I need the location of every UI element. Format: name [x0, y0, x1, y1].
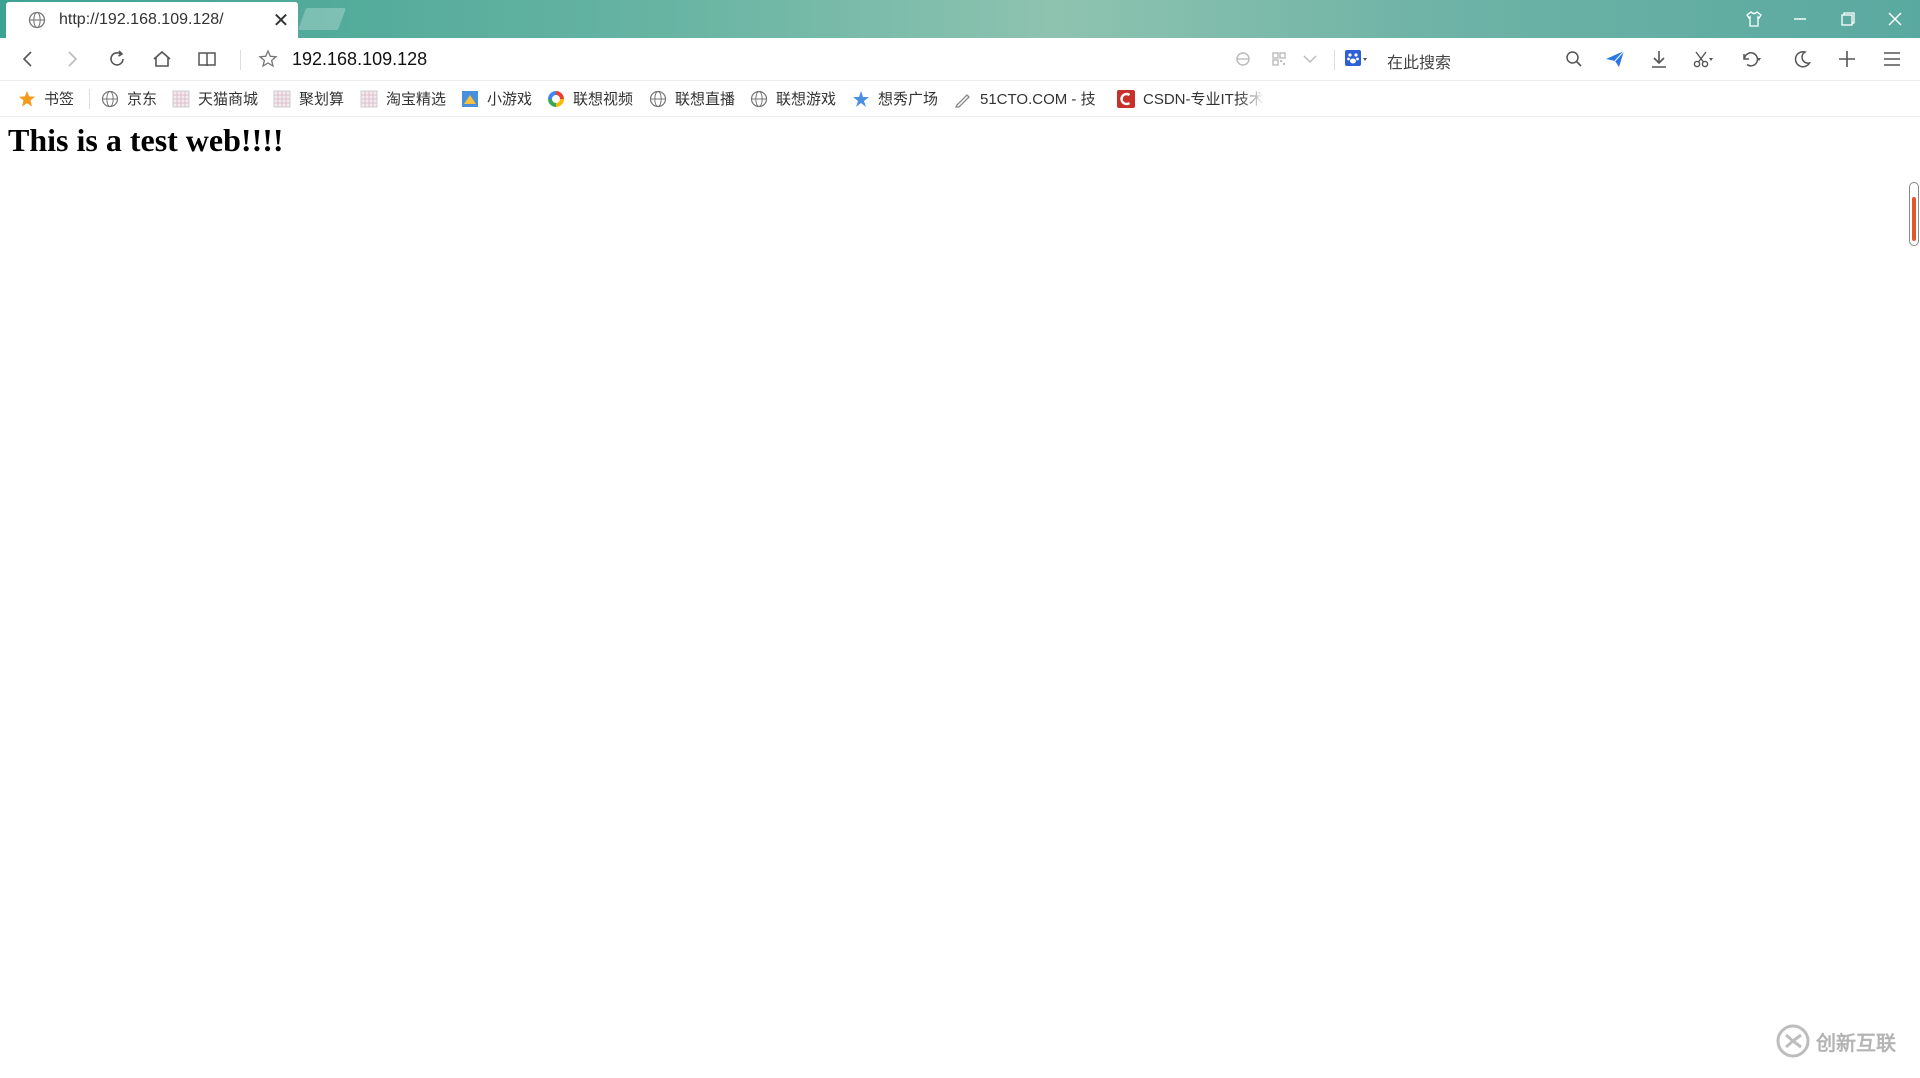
download-button[interactable]	[1645, 46, 1673, 72]
minimize-button[interactable]	[1776, 0, 1824, 38]
home-icon	[153, 50, 171, 67]
bookmark-label: 聚划算	[299, 91, 345, 108]
new-tab-button[interactable]	[297, 8, 347, 30]
navigation-toolbar: 192.168.109.128 在此搜索	[0, 38, 1920, 81]
pixel-favicon-icon	[273, 90, 291, 107]
favorite-star-button[interactable]	[254, 46, 282, 72]
close-window-button[interactable]	[1871, 0, 1919, 38]
bookmark-label: 京东	[127, 91, 158, 108]
tab-title: http://192.168.109.128/	[59, 11, 224, 28]
baidu-paw-icon[interactable]	[1345, 49, 1367, 69]
search-icon[interactable]	[1563, 48, 1585, 70]
bookmark-51cto[interactable]: 51CTO.COM - 技	[954, 81, 1096, 116]
forward-arrow-icon	[68, 51, 78, 67]
hamburger-menu-icon	[1884, 52, 1900, 66]
bookmark-label: 小游戏	[487, 91, 533, 108]
bookmark-label: 联想直播	[675, 91, 736, 108]
toolbar-divider	[1334, 50, 1335, 70]
globe-icon	[28, 11, 46, 29]
toolbar-divider	[240, 50, 241, 70]
bookmark-label: 想秀广场	[878, 91, 939, 108]
page-viewport: This is a test web!!!!	[0, 117, 1906, 1078]
bookmark-jd[interactable]: 京东	[101, 81, 157, 116]
bookmarks-bar: 书签 京东 天猫商城 聚划算 淘宝精选 小游戏 联想视频 联想直播 联想游戏 想…	[0, 81, 1920, 117]
undo-icon	[1743, 52, 1761, 67]
bookmark-label: 联想视频	[573, 91, 634, 108]
bookmark-divider	[89, 89, 90, 109]
search-placeholder: 在此搜索	[1387, 55, 1452, 72]
moon-icon	[1794, 50, 1812, 68]
plus-icon	[1839, 51, 1855, 67]
qr-code-button[interactable]	[1265, 46, 1293, 72]
back-arrow-icon	[22, 51, 32, 67]
scrollbar-thumb[interactable]	[1909, 182, 1919, 246]
watermark-logo-icon	[1776, 1024, 1810, 1058]
bookmark-juhuasuan[interactable]: 聚划算	[273, 81, 344, 116]
browser-tab-active[interactable]: http://192.168.109.128/ ✕	[6, 2, 298, 38]
bookmark-label: 淘宝精选	[386, 91, 447, 108]
scissors-icon	[1693, 51, 1713, 68]
restore-button[interactable]	[1824, 0, 1872, 38]
bookmark-label: 51CTO.COM - 技	[980, 91, 1096, 108]
color-ring-icon	[548, 90, 564, 107]
screenshot-scissors-button[interactable]	[1688, 46, 1716, 72]
ie-compat-icon	[1236, 52, 1250, 66]
globe-icon	[750, 90, 768, 107]
title-bar: http://192.168.109.128/ ✕	[0, 0, 1920, 38]
address-bar-url[interactable]: 192.168.109.128	[292, 48, 427, 70]
bookmark-mini-games[interactable]: 小游戏	[461, 81, 532, 116]
csdn-logo-icon	[1117, 89, 1135, 108]
book-icon	[198, 52, 216, 67]
bookmark-lenovo-live[interactable]: 联想直播	[649, 81, 735, 116]
search-box[interactable]: 在此搜索	[1345, 45, 1585, 73]
watermark-logo: 创新互联	[1776, 1024, 1896, 1058]
night-mode-button[interactable]	[1788, 46, 1816, 72]
paper-plane-icon	[1606, 50, 1625, 67]
qr-code-icon	[1272, 52, 1286, 66]
chevron-down-icon	[1303, 55, 1317, 64]
bookmark-lenovo-video[interactable]: 联想视频	[547, 81, 633, 116]
reload-icon	[110, 50, 124, 66]
watermark-text: 创新互联	[1816, 1032, 1896, 1055]
reload-button[interactable]	[103, 46, 131, 72]
bookmark-label: 天猫商城	[198, 91, 259, 108]
main-menu-button[interactable]	[1878, 46, 1906, 72]
star-icon	[19, 90, 35, 106]
globe-icon	[101, 90, 119, 107]
download-icon	[1652, 51, 1666, 68]
send-to-phone-button[interactable]	[1601, 46, 1629, 72]
ie-compat-mode-button[interactable]	[1229, 46, 1257, 72]
reading-mode-button[interactable]	[193, 46, 221, 72]
pen-icon	[954, 93, 970, 108]
address-dropdown-button[interactable]	[1296, 46, 1324, 72]
bookmark-label: 联想游戏	[776, 91, 837, 108]
forward-button[interactable]	[58, 46, 86, 72]
tab-close-button[interactable]: ✕	[264, 8, 298, 33]
bookmark-xiangxiu-square[interactable]: 想秀广场	[852, 81, 938, 116]
undo-close-tab-button[interactable]	[1736, 46, 1764, 72]
bookmark-label: 书签	[44, 91, 75, 108]
bookmark-label: CSDN-专业IT技术	[1143, 91, 1264, 108]
page-heading: This is a test web!!!!	[8, 122, 284, 158]
game-icon	[462, 90, 478, 107]
back-button[interactable]	[14, 46, 42, 72]
add-button[interactable]	[1833, 46, 1861, 72]
bookmark-tmall[interactable]: 天猫商城	[172, 81, 258, 116]
bookmark-taobao-picks[interactable]: 淘宝精选	[360, 81, 446, 116]
bookmark-csdn[interactable]: CSDN-专业IT技术	[1117, 81, 1264, 116]
pixel-favicon-icon	[360, 90, 378, 107]
home-button[interactable]	[148, 46, 176, 72]
globe-icon	[649, 90, 667, 107]
star-burst-icon	[853, 90, 869, 107]
bookmark-lenovo-games[interactable]: 联想游戏	[750, 81, 836, 116]
star-outline-icon	[258, 49, 278, 68]
pixel-favicon-icon	[172, 90, 190, 107]
skin-shirt-icon[interactable]	[1730, 0, 1778, 38]
bookmark-bookmarks-menu[interactable]: 书签	[18, 81, 74, 116]
